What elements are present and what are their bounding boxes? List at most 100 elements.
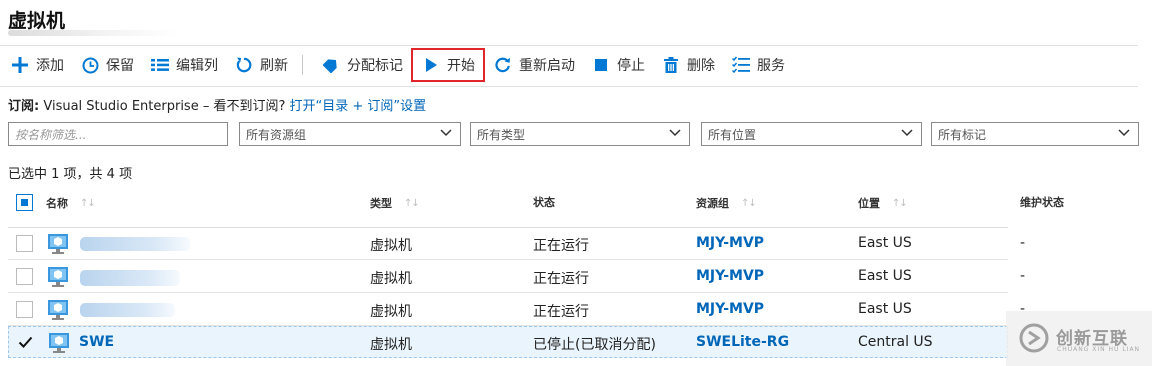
- chevron-down-icon: [901, 129, 913, 137]
- edit-columns-button[interactable]: 编辑列: [142, 50, 226, 80]
- subscription-line: 订阅: Visual Studio Enterprise – 看不到订阅? 打开…: [8, 95, 426, 114]
- row-type: 虚拟机: [370, 238, 412, 254]
- column-location-label: 位置: [858, 197, 880, 210]
- save-label: 保留: [106, 58, 134, 74]
- delete-button[interactable]: 删除: [653, 50, 723, 80]
- resource-group-dropdown[interactable]: 所有资源组: [239, 122, 461, 146]
- column-header-maintenance[interactable]: 维护状态: [1020, 194, 1064, 210]
- row-location: East US: [858, 268, 912, 284]
- row-checkbox-checked[interactable]: [17, 334, 34, 351]
- sort-icon: ↑↓: [404, 197, 420, 209]
- stop-label: 停止: [617, 58, 645, 74]
- column-name-label: 名称: [46, 197, 68, 210]
- delete-label: 删除: [687, 58, 715, 74]
- column-resource-group-label: 资源组: [696, 197, 729, 210]
- trash-icon: [661, 55, 681, 75]
- stop-icon: [591, 55, 611, 75]
- location-value: 所有位置: [708, 128, 757, 142]
- column-status-label: 状态: [533, 196, 555, 209]
- checkmark-icon: [18, 336, 33, 348]
- page-title: 虚拟机: [8, 10, 66, 32]
- resource-group-value: 所有资源组: [246, 128, 307, 142]
- redacted-vm-name: [80, 237, 190, 251]
- assign-tags-button[interactable]: 分配标记: [313, 50, 411, 80]
- brand-logo-icon: [1019, 323, 1049, 353]
- redacted-vm-name: [80, 270, 180, 286]
- column-maintenance-label: 维护状态: [1020, 196, 1064, 209]
- column-header-status[interactable]: 状态: [533, 194, 555, 210]
- table-row[interactable]: 虚拟机 正在运行 MJY-MVP East US -: [8, 228, 1025, 260]
- table-row[interactable]: 虚拟机 正在运行 MJY-MVP East US -: [8, 261, 1025, 293]
- assign-tags-label: 分配标记: [347, 58, 403, 74]
- row-type: 虚拟机: [370, 337, 412, 353]
- select-all-checkbox[interactable]: [16, 194, 33, 211]
- row-status: 正在运行: [533, 271, 589, 287]
- row-type: 虚拟机: [370, 271, 412, 287]
- sort-icon: ↑↓: [80, 197, 96, 209]
- column-header-resource-group[interactable]: 资源组 ↑↓: [696, 195, 757, 211]
- services-icon: [731, 55, 751, 75]
- services-button[interactable]: 服务: [723, 50, 793, 80]
- table-row-selected[interactable]: SWE 虚拟机 已停止(已取消分配) SWELite-RG Central US: [8, 326, 1008, 358]
- name-filter-input[interactable]: 按名称筛选...: [8, 122, 228, 146]
- row-location: Central US: [858, 334, 933, 350]
- list-icon: [150, 55, 170, 75]
- filter-bar: 按名称筛选... 所有资源组 所有类型 所有位置 所有标记: [8, 122, 1140, 146]
- chevron-down-icon: [669, 129, 681, 137]
- tags-dropdown[interactable]: 所有标记: [931, 122, 1139, 146]
- row-maintenance: -: [1020, 268, 1026, 284]
- sort-icon: ↑↓: [892, 197, 908, 209]
- selection-count: 已选中 1 项，共 4 项: [8, 167, 133, 182]
- row-checkbox[interactable]: [16, 235, 33, 252]
- row-type: 虚拟机: [370, 304, 412, 320]
- virtual-machine-icon: [49, 333, 69, 353]
- edit-columns-label: 编辑列: [176, 58, 218, 74]
- restart-button[interactable]: 重新启动: [485, 50, 583, 80]
- add-button[interactable]: 添加: [2, 50, 72, 80]
- table-row[interactable]: 虚拟机 正在运行 MJY-MVP East US -: [8, 294, 1025, 326]
- row-location: East US: [858, 235, 912, 251]
- services-label: 服务: [757, 58, 785, 74]
- row-status: 正在运行: [533, 304, 589, 320]
- restart-icon: [493, 55, 513, 75]
- start-button[interactable]: 开始: [411, 48, 485, 82]
- row-checkbox[interactable]: [16, 301, 33, 318]
- row-status: 正在运行: [533, 238, 589, 254]
- clock-icon: [80, 55, 100, 75]
- chevron-down-icon: [1118, 129, 1130, 137]
- row-name-link[interactable]: SWE: [79, 334, 114, 350]
- stop-button[interactable]: 停止: [583, 50, 653, 80]
- refresh-icon: [234, 55, 254, 75]
- tags-value: 所有标记: [938, 128, 987, 142]
- start-label: 开始: [447, 58, 475, 74]
- virtual-machine-icon: [48, 300, 68, 320]
- directory-subscription-link[interactable]: 打开“目录 + 订阅”设置: [290, 99, 427, 114]
- chevron-down-icon: [440, 129, 452, 137]
- refresh-label: 刷新: [260, 58, 288, 74]
- subscription-value: Visual Studio Enterprise – 看不到订阅?: [43, 99, 286, 114]
- virtual-machine-icon: [48, 234, 68, 254]
- column-header-type[interactable]: 类型 ↑↓: [370, 195, 420, 211]
- type-dropdown[interactable]: 所有类型: [470, 122, 690, 146]
- row-resource-group-link[interactable]: MJY-MVP: [696, 301, 764, 317]
- sort-icon: ↑↓: [741, 197, 757, 209]
- row-resource-group-link[interactable]: SWELite-RG: [696, 334, 789, 350]
- row-resource-group-link[interactable]: MJY-MVP: [696, 235, 764, 251]
- row-maintenance: -: [1020, 235, 1026, 251]
- watermark-subtext: CHUANG XIN HU LIAN: [1057, 346, 1141, 353]
- command-bar: 添加 保留 编辑列 刷新 分配标记 开始 重新启动 停止 删除 服务: [0, 46, 1152, 84]
- virtual-machine-icon: [48, 267, 68, 287]
- row-location: East US: [858, 301, 912, 317]
- play-icon: [421, 55, 441, 75]
- column-header-location[interactable]: 位置 ↑↓: [858, 195, 908, 211]
- row-resource-group-link[interactable]: MJY-MVP: [696, 268, 764, 284]
- row-checkbox[interactable]: [16, 268, 33, 285]
- add-label: 添加: [36, 58, 64, 74]
- watermark: 创新互联 CHUANG XIN HU LIAN: [1006, 311, 1152, 366]
- refresh-button[interactable]: 刷新: [226, 50, 296, 80]
- subscription-label: 订阅:: [8, 99, 40, 114]
- column-header-name[interactable]: 名称 ↑↓: [46, 195, 96, 211]
- redacted-vm-name: [80, 303, 175, 317]
- location-dropdown[interactable]: 所有位置: [701, 122, 922, 146]
- save-button[interactable]: 保留: [72, 50, 142, 80]
